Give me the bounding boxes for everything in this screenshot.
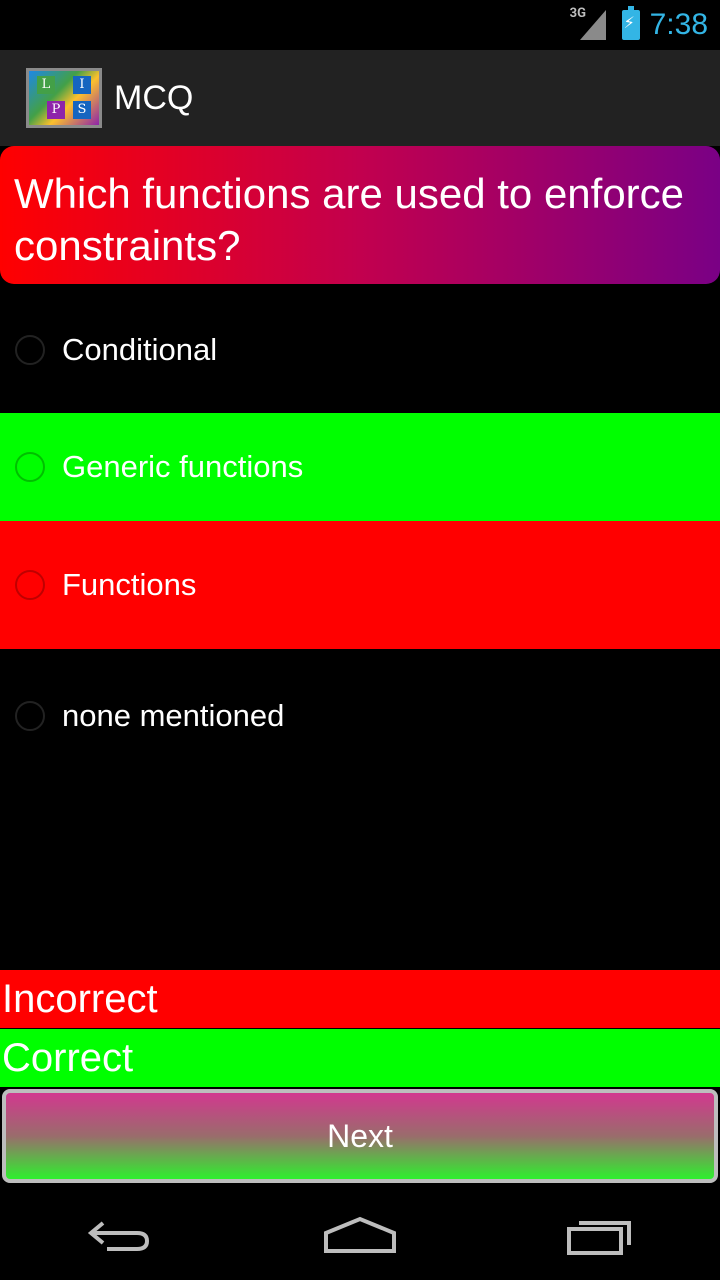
app-logo[interactable]: L I P S [26,68,102,128]
signal-3g-icon: 3G [570,6,606,42]
option-conditional[interactable]: Conditional [0,287,720,413]
back-icon[interactable] [75,1205,165,1265]
battery-charging-icon [621,6,640,40]
home-icon[interactable] [315,1205,405,1265]
radio-button[interactable] [15,335,45,365]
option-label: none mentioned [62,698,285,733]
clock: 7:38 [649,8,708,41]
option-label: Functions [62,567,197,602]
correct-result: Correct [0,1029,720,1087]
option-label: Conditional [62,332,218,367]
app-title: MCQ [114,78,194,117]
status-icons: 3G 7:38 [570,0,708,50]
navigation-bar [0,1190,720,1280]
incorrect-result: Incorrect [0,970,720,1028]
option-none-mentioned[interactable]: none mentioned [0,649,720,783]
action-bar: L I P S MCQ [0,50,720,146]
option-label: Generic functions [62,449,304,484]
logo-letter: L [37,76,55,94]
option-functions[interactable]: Functions [0,521,720,649]
radio-button[interactable] [15,701,45,731]
logo-letter: S [73,101,91,119]
question-text: Which functions are used to enforce cons… [0,146,720,284]
recent-apps-icon[interactable] [555,1205,645,1265]
radio-button[interactable] [15,570,45,600]
next-button[interactable]: Next [2,1089,718,1183]
logo-letter: I [73,76,91,94]
status-bar: 3G 7:38 [0,0,720,50]
logo-letter: P [47,101,65,119]
radio-button[interactable] [15,452,45,482]
option-generic-functions[interactable]: Generic functions [0,413,720,521]
